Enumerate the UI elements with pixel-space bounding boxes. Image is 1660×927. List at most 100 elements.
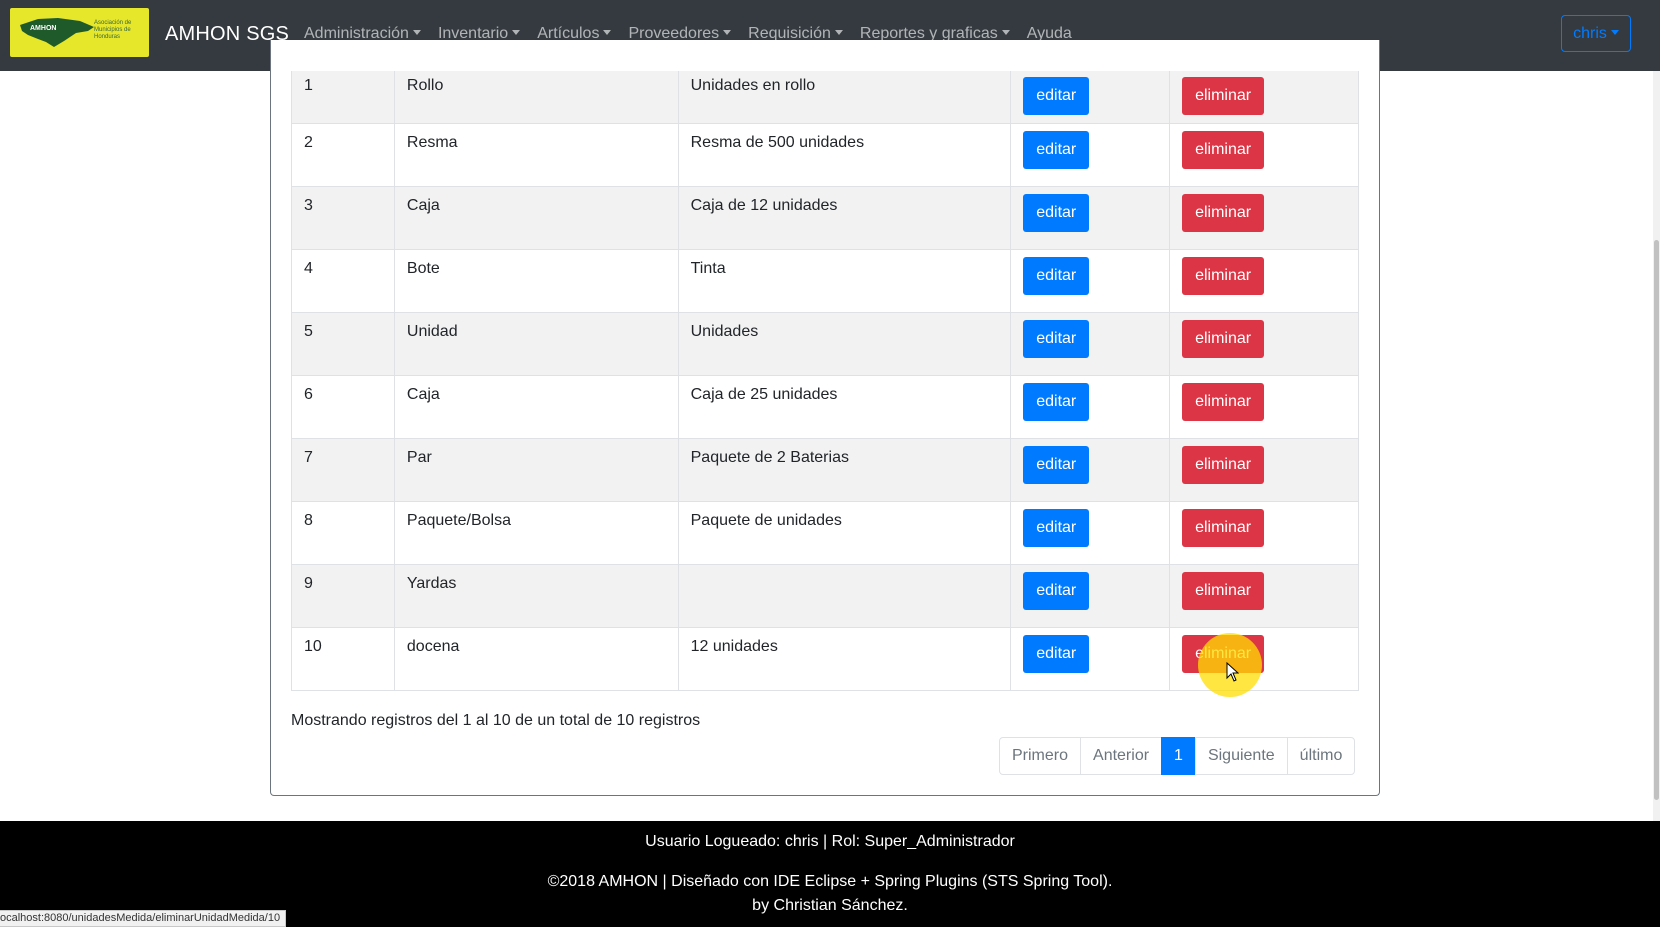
delete-button[interactable]: eliminar	[1182, 319, 1265, 358]
page-prev[interactable]: Anterior	[1080, 737, 1163, 775]
cell-edit: editar	[1010, 500, 1171, 565]
page-next[interactable]: Siguiente	[1194, 737, 1288, 775]
table-row: 8 Paquete/Bolsa Paquete de unidades editar e…	[291, 500, 1359, 565]
svg-text:AMHON: AMHON	[30, 25, 56, 32]
edit-button[interactable]: editar	[1023, 508, 1090, 547]
cell-name: Paquete/Bolsa	[393, 500, 679, 565]
cell-name: Resma	[393, 122, 679, 187]
table-row: 6 Caja Caja de 25 unidades editar eliminar	[291, 374, 1359, 439]
table-row: 5 Unidad Unidades editar eliminar	[291, 311, 1359, 376]
amhon-logo[interactable]: AMHON Asociación de Municipios de Hondur…	[10, 8, 149, 57]
cell-name: Bote	[393, 248, 679, 313]
cell-delete: eliminar	[1169, 71, 1359, 124]
cell-description: Caja de 12 unidades	[677, 185, 1012, 250]
cell-edit: editar	[1010, 122, 1171, 187]
table-row: 7 Par Paquete de 2 Baterias editar eliminar	[291, 437, 1359, 502]
cell-name: Caja	[393, 185, 679, 250]
edit-button[interactable]: editar	[1023, 319, 1090, 358]
edit-button[interactable]: editar	[1023, 634, 1090, 673]
honduras-map-icon: AMHON	[20, 18, 94, 47]
page-last[interactable]: último	[1286, 737, 1356, 775]
cell-id: 1	[291, 71, 395, 124]
edit-button[interactable]: editar	[1023, 193, 1090, 232]
table-row: 2 Resma Resma de 500 unidades editar elimina…	[291, 122, 1359, 187]
cell-description: Resma de 500 unidades	[677, 122, 1012, 187]
status-url-bar: ocalhost:8080/unidadesMedida/eliminarUni…	[0, 910, 287, 927]
cell-id: 5	[291, 311, 395, 376]
caret-down-icon	[1610, 30, 1619, 35]
mouse-pointer-icon	[1226, 662, 1240, 682]
cell-name: Par	[393, 437, 679, 502]
cell-name: Unidad	[393, 311, 679, 376]
edit-button[interactable]: editar	[1023, 571, 1090, 610]
cell-id: 2	[291, 122, 395, 187]
cell-id: 7	[291, 437, 395, 502]
edit-button[interactable]: editar	[1023, 130, 1090, 169]
cell-id: 9	[291, 563, 395, 628]
cell-edit: editar	[1010, 563, 1171, 628]
cell-name: Rollo	[393, 71, 679, 124]
edit-button[interactable]: editar	[1023, 77, 1090, 115]
records-info: Mostrando registros del 1 al 10 de un to…	[291, 712, 701, 729]
table-row: 3 Caja Caja de 12 unidades editar eliminar	[291, 185, 1359, 250]
footer-copyright: ©2018 AMHON | Diseñado con IDE Eclipse +…	[547, 873, 1113, 890]
cell-edit: editar	[1010, 626, 1171, 691]
cell-description: Tinta	[677, 248, 1012, 313]
cell-delete: eliminar	[1169, 248, 1359, 313]
edit-button[interactable]: editar	[1023, 256, 1090, 295]
cell-id: 8	[291, 500, 395, 565]
cell-delete: eliminar	[1169, 374, 1359, 439]
cell-edit: editar	[1010, 71, 1171, 124]
cell-id: 3	[291, 185, 395, 250]
caret-down-icon	[412, 30, 421, 35]
cell-name: Caja	[393, 374, 679, 439]
delete-button[interactable]: eliminar	[1182, 256, 1265, 295]
delete-button[interactable]: eliminar	[1182, 571, 1265, 610]
delete-button[interactable]: eliminar	[1182, 382, 1265, 421]
cell-name: docena	[393, 626, 679, 691]
scrollbar-thumb[interactable]	[1654, 240, 1659, 800]
footer-user-line: Usuario Logueado: chris | Rol: Super_Adm…	[645, 833, 1015, 850]
cell-id: 4	[291, 248, 395, 313]
page-current[interactable]: 1	[1161, 737, 1196, 775]
cell-description: Paquete de 2 Baterias	[677, 437, 1012, 502]
page-first[interactable]: Primero	[999, 737, 1082, 775]
delete-button[interactable]: eliminar	[1182, 508, 1265, 547]
cell-id: 10	[291, 626, 395, 691]
table-row: 4 Bote Tinta editar eliminar	[291, 248, 1359, 313]
caret-down-icon	[1001, 30, 1010, 35]
cell-edit: editar	[1010, 374, 1171, 439]
cell-description: Unidades	[677, 311, 1012, 376]
cell-description	[677, 563, 1012, 628]
edit-button[interactable]: editar	[1023, 382, 1090, 421]
caret-down-icon	[723, 30, 732, 35]
delete-button[interactable]: eliminar	[1182, 193, 1265, 232]
cell-description: Paquete de unidades	[677, 500, 1012, 565]
edit-button[interactable]: editar	[1023, 445, 1090, 484]
delete-button[interactable]: eliminar	[1182, 445, 1265, 484]
cell-edit: editar	[1010, 248, 1171, 313]
cell-delete: eliminar	[1169, 437, 1359, 502]
cell-description: Caja de 25 unidades	[677, 374, 1012, 439]
cell-delete: eliminar	[1169, 311, 1359, 376]
cell-delete: eliminar	[1169, 500, 1359, 565]
cell-description: Unidades en rollo	[677, 71, 1012, 124]
table-row: 1 Rollo Unidades en rollo editar eliminar	[291, 71, 1359, 124]
caret-down-icon	[603, 30, 612, 35]
logo-subtitle: Asociación de Municipios de Honduras	[94, 20, 132, 40]
cell-delete: eliminar	[1169, 563, 1359, 628]
delete-button[interactable]: eliminar	[1182, 77, 1265, 115]
delete-button[interactable]: eliminar	[1182, 130, 1265, 169]
cell-edit: editar	[1010, 185, 1171, 250]
units-table: 1 Rollo Unidades en rollo editar eliminar 2 Re…	[291, 71, 1359, 691]
pagination: Primero Anterior 1 Siguiente último	[999, 737, 1356, 775]
table-row: 9 Yardas editar eliminar	[291, 563, 1359, 628]
user-dropdown-button[interactable]: chris	[1561, 15, 1631, 52]
caret-down-icon	[834, 30, 843, 35]
cell-id: 6	[291, 374, 395, 439]
caret-down-icon	[512, 30, 521, 35]
cell-edit: editar	[1010, 311, 1171, 376]
cell-name: Yardas	[393, 563, 679, 628]
cell-description: 12 unidades	[677, 626, 1012, 691]
cell-delete: eliminar	[1169, 122, 1359, 187]
